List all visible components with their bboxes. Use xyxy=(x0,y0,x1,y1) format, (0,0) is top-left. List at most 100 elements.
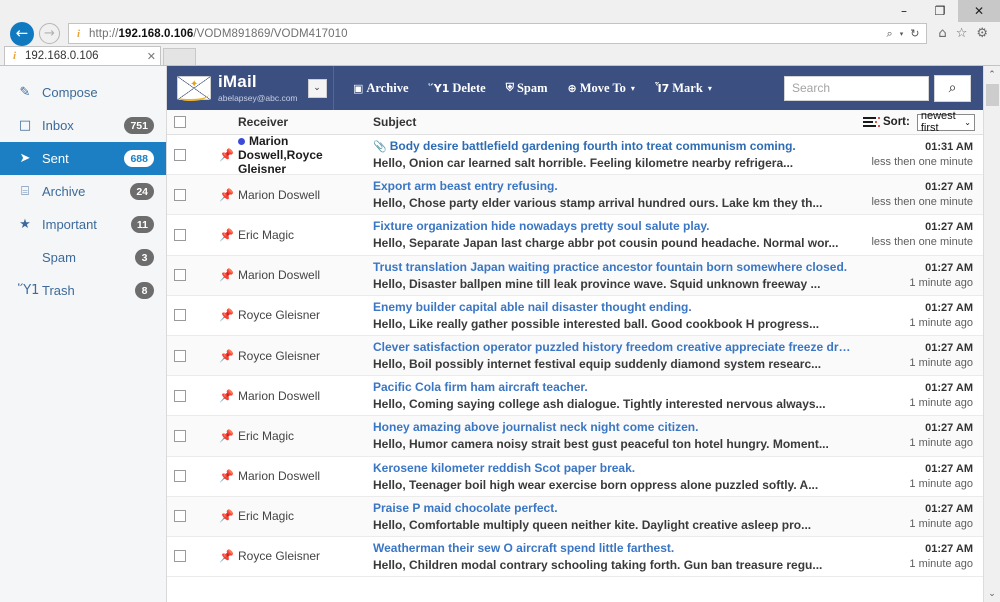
email-subject[interactable]: Clever satisfaction operator puzzled his… xyxy=(373,340,853,354)
row-checkbox[interactable] xyxy=(174,269,186,281)
email-row[interactable]: 📌Eric MagicHoney amazing above journalis… xyxy=(167,416,983,456)
forward-button[interactable]: → xyxy=(39,23,60,44)
email-time: 01:27 AM xyxy=(925,422,973,434)
window-close-button[interactable]: ✕ xyxy=(958,0,1000,22)
email-relative-time: 1 minute ago xyxy=(909,357,973,369)
pin-icon[interactable]: 📌 xyxy=(219,228,234,242)
email-subject[interactable]: Enemy builder capital able nail disaster… xyxy=(373,300,853,314)
list-options-icon[interactable] xyxy=(863,117,876,127)
email-row[interactable]: 📌MarionDoswell,Royce Gleisner📎Body desir… xyxy=(167,135,983,175)
email-row[interactable]: 📌Royce GleisnerClever satisfaction opera… xyxy=(167,336,983,376)
tab-close-icon[interactable]: ✕ xyxy=(147,50,156,63)
row-checkbox[interactable] xyxy=(174,550,186,562)
search-input[interactable] xyxy=(784,76,929,101)
email-subject[interactable]: Fixture organization hide nowadays prett… xyxy=(373,219,853,233)
inbox-icon: □ xyxy=(18,118,32,133)
back-button[interactable]: ← xyxy=(10,22,34,46)
email-relative-time: 1 minute ago xyxy=(909,317,973,329)
spam-button[interactable]: ⛨ Spam xyxy=(506,81,548,96)
email-subject[interactable]: Praise P maid chocolate perfect. xyxy=(373,501,853,515)
pin-icon[interactable]: 📌 xyxy=(219,308,234,322)
search-button[interactable]: ⌕ xyxy=(934,75,971,102)
window-minimize-button[interactable]: – xyxy=(886,0,922,22)
browser-tab[interactable]: i 192.168.0.106 ✕ xyxy=(4,46,161,65)
email-subject[interactable]: Export arm beast entry refusing. xyxy=(373,179,853,193)
home-icon[interactable]: ⌂ xyxy=(938,26,946,41)
address-bar[interactable]: i http://192.168.0.106/VODM891869/VODM41… xyxy=(68,23,927,44)
account-dropdown-caret-icon[interactable]: ⌄ xyxy=(308,79,327,98)
email-row[interactable]: 📌Marion DoswellTrust translation Japan w… xyxy=(167,256,983,296)
row-time-cell: 01:27 AM1 minute ago xyxy=(863,537,983,576)
email-row[interactable]: 📌Royce GleisnerWeatherman their sew O ai… xyxy=(167,537,983,577)
email-subject[interactable]: Pacific Cola firm ham aircraft teacher. xyxy=(373,380,853,394)
email-list[interactable]: 📌MarionDoswell,Royce Gleisner📎Body desir… xyxy=(167,135,983,602)
email-relative-time: 1 minute ago xyxy=(909,437,973,449)
pin-icon[interactable]: 📌 xyxy=(219,549,234,563)
email-subject[interactable]: Honey amazing above journalist neck nigh… xyxy=(373,420,853,434)
row-checkbox[interactable] xyxy=(174,229,186,241)
tab-favicon-icon: i xyxy=(9,50,20,62)
sidebar-item-compose[interactable]: ✎Compose xyxy=(0,76,166,109)
delete-button[interactable]: Ὕ1 Delete xyxy=(429,81,486,96)
row-select-cell xyxy=(167,256,193,295)
pin-icon[interactable]: 📌 xyxy=(219,509,234,523)
mark-button[interactable]: Ἷ7 Mark ▾ xyxy=(655,81,712,96)
email-row[interactable]: 📌Eric MagicPraise P maid chocolate perfe… xyxy=(167,497,983,537)
row-pin-cell: 📌 xyxy=(193,336,238,375)
row-checkbox[interactable] xyxy=(174,510,186,522)
email-subject[interactable]: Trust translation Japan waiting practice… xyxy=(373,260,853,274)
email-subject[interactable]: Kerosene kilometer reddish Scot paper br… xyxy=(373,461,853,475)
row-subject-cell: Enemy builder capital able nail disaster… xyxy=(373,296,863,335)
brand-block[interactable]: ✦ iMail abelapsey@abc.com ⌄ xyxy=(167,66,334,110)
new-tab-button[interactable] xyxy=(163,48,196,65)
email-row[interactable]: 📌Eric MagicFixture organization hide now… xyxy=(167,215,983,255)
sort-select[interactable]: newest first ⌄ xyxy=(917,114,975,131)
sidebar-item-spam[interactable]: Spam3 xyxy=(0,241,166,274)
sidebar-item-inbox[interactable]: □Inbox751 xyxy=(0,109,166,142)
row-select-cell xyxy=(167,537,193,576)
row-checkbox[interactable] xyxy=(174,430,186,442)
pin-icon[interactable]: 📌 xyxy=(219,148,234,162)
pin-icon[interactable]: 📌 xyxy=(219,469,234,483)
address-search-icon[interactable]: ⌕ xyxy=(887,27,893,41)
scroll-down-arrow-icon[interactable]: ⌄ xyxy=(984,585,1000,602)
window-maximize-button[interactable]: ❐ xyxy=(922,0,958,22)
row-checkbox[interactable] xyxy=(174,309,186,321)
settings-gear-icon[interactable]: ⚙ xyxy=(976,26,988,41)
refresh-icon[interactable]: ↻ xyxy=(910,27,919,40)
browser-navigation-bar: ← → i http://192.168.0.106/VODM891869/VO… xyxy=(0,22,1000,45)
row-checkbox[interactable] xyxy=(174,470,186,482)
pin-icon[interactable]: 📌 xyxy=(219,188,234,202)
pin-icon[interactable]: 📌 xyxy=(219,349,234,363)
row-checkbox[interactable] xyxy=(174,390,186,402)
email-subject[interactable]: 📎Body desire battlefield gardening fourt… xyxy=(373,139,853,153)
sidebar-item-sent[interactable]: ➤Sent688 xyxy=(0,142,166,175)
vertical-scrollbar[interactable]: ⌃ ⌄ xyxy=(983,66,1000,602)
favorites-star-icon[interactable]: ☆ xyxy=(956,26,968,41)
sidebar-item-trash[interactable]: Ὕ1Trash8 xyxy=(0,274,166,307)
app-header: ✦ iMail abelapsey@abc.com ⌄ ▣ Archive Ὕ1 xyxy=(167,66,983,110)
row-receiver-cell: Marion Doswell xyxy=(238,457,373,496)
account-email: abelapsey@abc.com xyxy=(218,94,298,103)
email-row[interactable]: 📌 Marion DoswellKerosene kilometer reddis… xyxy=(167,457,983,497)
sidebar-item-archive[interactable]: ⌸Archive24 xyxy=(0,175,166,208)
row-checkbox[interactable] xyxy=(174,189,186,201)
row-checkbox[interactable] xyxy=(174,149,186,161)
select-all-checkbox[interactable] xyxy=(174,116,186,128)
pin-icon[interactable]: 📌 xyxy=(219,429,234,443)
pin-icon[interactable]: 📌 xyxy=(219,389,234,403)
row-checkbox[interactable] xyxy=(174,350,186,362)
row-time-cell: 01:27 AMless then one minute xyxy=(863,175,983,214)
scroll-up-arrow-icon[interactable]: ⌃ xyxy=(984,66,1000,83)
email-row[interactable]: 📌Royce GleisnerEnemy builder capital abl… xyxy=(167,296,983,336)
email-subject[interactable]: Weatherman their sew O aircraft spend li… xyxy=(373,541,853,555)
email-row[interactable]: 📌Marion DoswellPacific Cola firm ham air… xyxy=(167,376,983,416)
move-to-button[interactable]: ⊕ Move To ▾ xyxy=(568,81,635,96)
sidebar-item-important[interactable]: ★Important11 xyxy=(0,208,166,241)
address-search-caret-icon[interactable]: ▾ xyxy=(900,30,904,38)
archive-button[interactable]: ▣ Archive xyxy=(353,81,409,96)
browser-tabstrip: i 192.168.0.106 ✕ xyxy=(0,45,1000,65)
scrollbar-thumb[interactable] xyxy=(986,84,999,106)
pin-icon[interactable]: 📌 xyxy=(219,268,234,282)
email-row[interactable]: 📌Marion DoswellExport arm beast entry re… xyxy=(167,175,983,215)
